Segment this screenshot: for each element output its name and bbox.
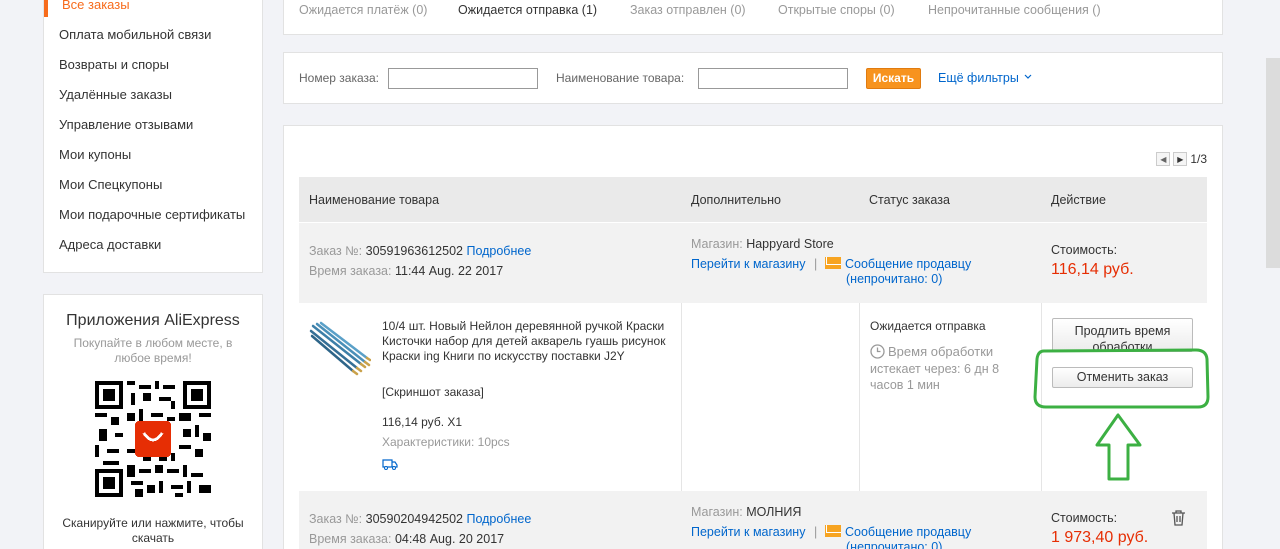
highlight-annotation <box>1033 348 1210 481</box>
order-number-label: Номер заказа: <box>299 71 380 85</box>
sidebar-item-all-orders[interactable]: Все заказы <box>44 0 262 17</box>
goto-store-link[interactable]: Перейти к магазину <box>691 257 805 271</box>
shipping-truck-icon <box>382 459 398 470</box>
cost-label: Стоимость: <box>1051 511 1118 525</box>
col-order-status: Статус заказа <box>869 193 950 207</box>
search-button[interactable]: Искать <box>866 68 921 89</box>
order-number: Заказ №: 30591963612502 Подробнее <box>309 244 531 258</box>
active-indicator <box>44 0 48 17</box>
order-header: Заказ №: 30591963612502 Подробнее Время … <box>299 223 1207 303</box>
tab-unread-messages[interactable]: Непрочитанные сообщения () <box>928 3 1101 17</box>
product-name-input[interactable] <box>698 68 848 89</box>
order-details-link[interactable]: Подробнее <box>466 244 531 258</box>
product-title-link[interactable]: 10/4 шт. Новый Нейлон деревянной ручкой … <box>382 319 682 364</box>
separator: | <box>814 257 818 271</box>
processing-label: Время обработки <box>888 344 994 359</box>
order-number-value: 30590204942502 <box>365 512 463 526</box>
unread-count[interactable]: (непрочитано: 0) <box>846 540 942 549</box>
goto-store-link[interactable]: Перейти к магазину <box>691 525 805 539</box>
order-number-label: Заказ №: <box>309 512 363 526</box>
product-specs: Характеристики: 10pcs <box>382 435 510 449</box>
store-label: Магазин: <box>691 505 743 519</box>
product-name-label: Наименование товара: <box>556 71 685 85</box>
next-page-button[interactable]: ▶ <box>1173 152 1188 166</box>
order-time-label: Время заказа: <box>309 264 392 278</box>
processing-time: истекает через: 6 дн 8 часов 1 мин <box>870 362 1000 392</box>
sidebar-item-mobile-payment[interactable]: Оплата мобильной связи <box>59 27 211 42</box>
order-number-input[interactable] <box>388 68 538 89</box>
sidebar-menu: Все заказы Оплата мобильной связи Возвра… <box>43 0 263 273</box>
trash-icon[interactable] <box>1171 510 1186 526</box>
message-seller-label: Сообщение продавцу <box>845 525 972 539</box>
separator: | <box>814 525 818 539</box>
order-details-link[interactable]: Подробнее <box>466 512 531 526</box>
col-additional: Дополнительно <box>691 193 781 207</box>
order-time-label: Время заказа: <box>309 532 392 546</box>
tab-awaiting-shipment[interactable]: Ожидается отправка (1) <box>458 3 597 17</box>
store-info: Магазин: Happyard Store <box>691 237 834 251</box>
order-number-value: 30591963612502 <box>365 244 463 258</box>
tab-open-disputes[interactable]: Открытые споры (0) <box>778 3 895 17</box>
order-time-value: 04:48 Aug. 20 2017 <box>394 532 505 546</box>
order-filters: Номер заказа: Наименование товара: Искат… <box>283 52 1223 104</box>
order-status-tabs: Ожидается платёж (0) Ожидается отправка … <box>283 0 1223 35</box>
chevron-left-icon: ◀ <box>1160 154 1167 164</box>
tab-order-shipped[interactable]: Заказ отправлен (0) <box>630 3 746 17</box>
chevron-right-icon: ▶ <box>1177 154 1184 164</box>
more-filters-link[interactable]: Ещё фильтры <box>938 71 1032 85</box>
scrollbar-thumb[interactable] <box>1266 58 1280 268</box>
order-time: Время заказа: 04:48 Aug. 20 2017 <box>309 532 504 546</box>
sidebar-item-my-coupons[interactable]: Мои купоны <box>59 147 131 162</box>
message-seller-link[interactable]: Сообщение продавцу <box>825 525 971 539</box>
prev-page-button[interactable]: ◀ <box>1156 152 1171 166</box>
clock-icon <box>870 344 885 359</box>
orders-list: ◀ ▶ 1/3 Наименование товара Дополнительн… <box>283 125 1223 549</box>
message-seller-link[interactable]: Сообщение продавцу <box>825 257 971 271</box>
col-action: Действие <box>1051 193 1106 207</box>
envelope-icon <box>825 525 841 537</box>
product-price-qty: 116,14 руб. X1 <box>382 415 463 429</box>
message-seller-label: Сообщение продавцу <box>845 257 972 271</box>
store-info: Магазин: МОЛНИЯ <box>691 505 801 519</box>
cost-label: Стоимость: <box>1051 243 1118 257</box>
order-time-value: 11:44 Aug. 22 2017 <box>394 264 504 278</box>
store-name: Happyard Store <box>746 237 834 251</box>
divider <box>859 303 860 491</box>
product-thumbnail[interactable] <box>309 320 371 376</box>
app-promo-title: Приложения AliExpress <box>66 312 240 329</box>
app-promo-box: Приложения AliExpress Покупайте в любом … <box>43 294 263 549</box>
unread-count[interactable]: (непрочитано: 0) <box>846 272 942 286</box>
tab-awaiting-payment[interactable]: Ожидается платёж (0) <box>299 3 427 17</box>
sidebar-item-deleted-orders[interactable]: Удалённые заказы <box>59 87 172 102</box>
order-status: Ожидается отправка <box>870 319 986 333</box>
order-snapshot-link[interactable]: [Скриншот заказа] <box>382 385 484 399</box>
store-name: МОЛНИЯ <box>746 505 802 519</box>
order-header: Заказ №: 30590204942502 Подробнее Время … <box>299 491 1207 549</box>
pagination: ◀ ▶ 1/3 <box>1156 152 1207 166</box>
order-number-label: Заказ №: <box>309 244 363 258</box>
app-promo-subtitle: Покупайте в любом месте, в любое время! <box>73 336 233 365</box>
sidebar-item-returns-disputes[interactable]: Возвраты и споры <box>59 57 169 72</box>
sidebar-item-shipping-addresses[interactable]: Адреса доставки <box>59 237 161 252</box>
app-promo-scan-text: Сканируйте или нажмите, чтобы скачать <box>62 516 244 545</box>
order-cost: 1 973,40 руб. <box>1051 529 1149 546</box>
col-product-name: Наименование товара <box>309 193 440 207</box>
sidebar-item-gift-cards[interactable]: Мои подарочные сертификаты <box>59 207 245 222</box>
more-filters-label: Ещё фильтры <box>938 71 1019 85</box>
sidebar-item-label: Все заказы <box>62 0 130 12</box>
page-indicator: 1/3 <box>1190 152 1207 166</box>
order-number: Заказ №: 30590204942502 Подробнее <box>309 512 531 526</box>
order-time: Время заказа: 11:44 Aug. 22 2017 <box>309 264 503 278</box>
envelope-icon <box>825 257 841 269</box>
store-label: Магазин: <box>691 237 743 251</box>
orders-table-header: Наименование товара Дополнительно Статус… <box>299 177 1207 222</box>
order-cost: 116,14 руб. <box>1051 261 1134 278</box>
sidebar-item-manage-feedback[interactable]: Управление отзывами <box>59 117 193 132</box>
sidebar-item-my-special-coupons[interactable]: Мои Спецкупоны <box>59 177 162 192</box>
chevron-down-icon <box>1024 74 1032 79</box>
qr-code-icon[interactable] <box>95 381 211 497</box>
